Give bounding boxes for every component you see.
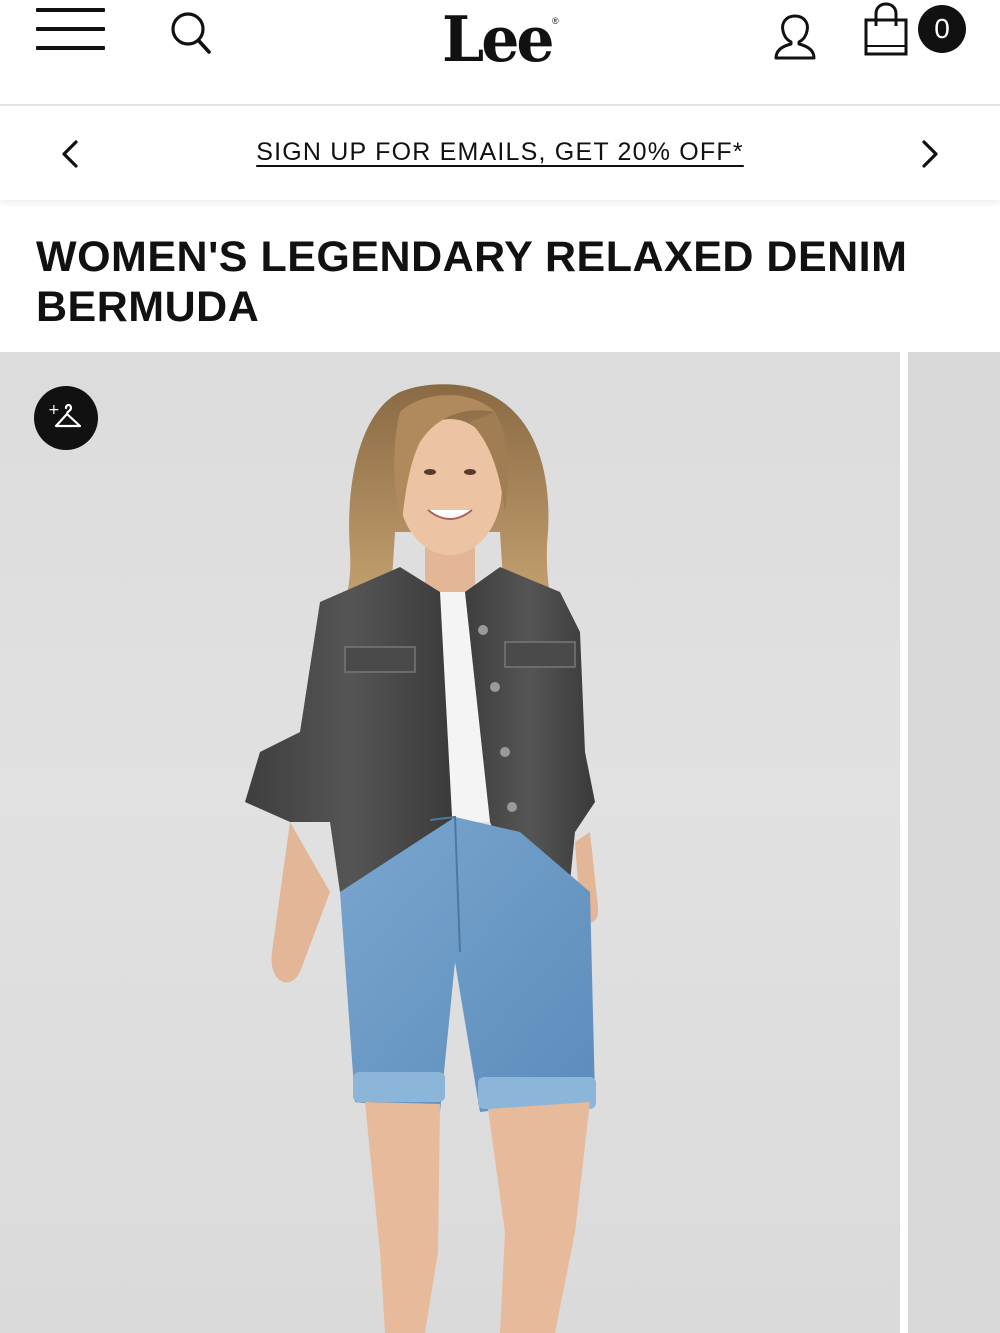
product-title: WOMEN'S LEGENDARY RELAXED DENIM BERMUDA bbox=[36, 233, 908, 331]
brand-logo[interactable]: Lee ® bbox=[442, 3, 562, 77]
promo-banner: SIGN UP FOR EMAILS, GET 20% OFF* bbox=[0, 108, 1000, 200]
cart-count-badge[interactable]: 0 bbox=[918, 5, 966, 53]
product-image-gallery[interactable]: + bbox=[0, 352, 1000, 1333]
next-product-image-peek[interactable] bbox=[908, 352, 1000, 1333]
email-signup-promo-link[interactable]: SIGN UP FOR EMAILS, GET 20% OFF* bbox=[0, 138, 1000, 167]
chevron-right-icon[interactable] bbox=[914, 136, 944, 172]
logo-wordmark: Lee bbox=[442, 3, 555, 77]
add-to-wishlist-hanger-icon[interactable]: + bbox=[34, 386, 98, 450]
hamburger-menu-icon[interactable] bbox=[36, 8, 106, 52]
svg-text:+: + bbox=[48, 402, 60, 418]
user-account-icon[interactable] bbox=[772, 12, 818, 62]
product-image[interactable]: + bbox=[0, 352, 900, 1333]
registered-mark: ® bbox=[552, 16, 559, 26]
model-photo bbox=[245, 384, 599, 1333]
shopping-bag-icon[interactable] bbox=[862, 2, 912, 58]
site-header: Lee ® 0 bbox=[0, 0, 1000, 106]
search-icon[interactable] bbox=[170, 10, 214, 56]
